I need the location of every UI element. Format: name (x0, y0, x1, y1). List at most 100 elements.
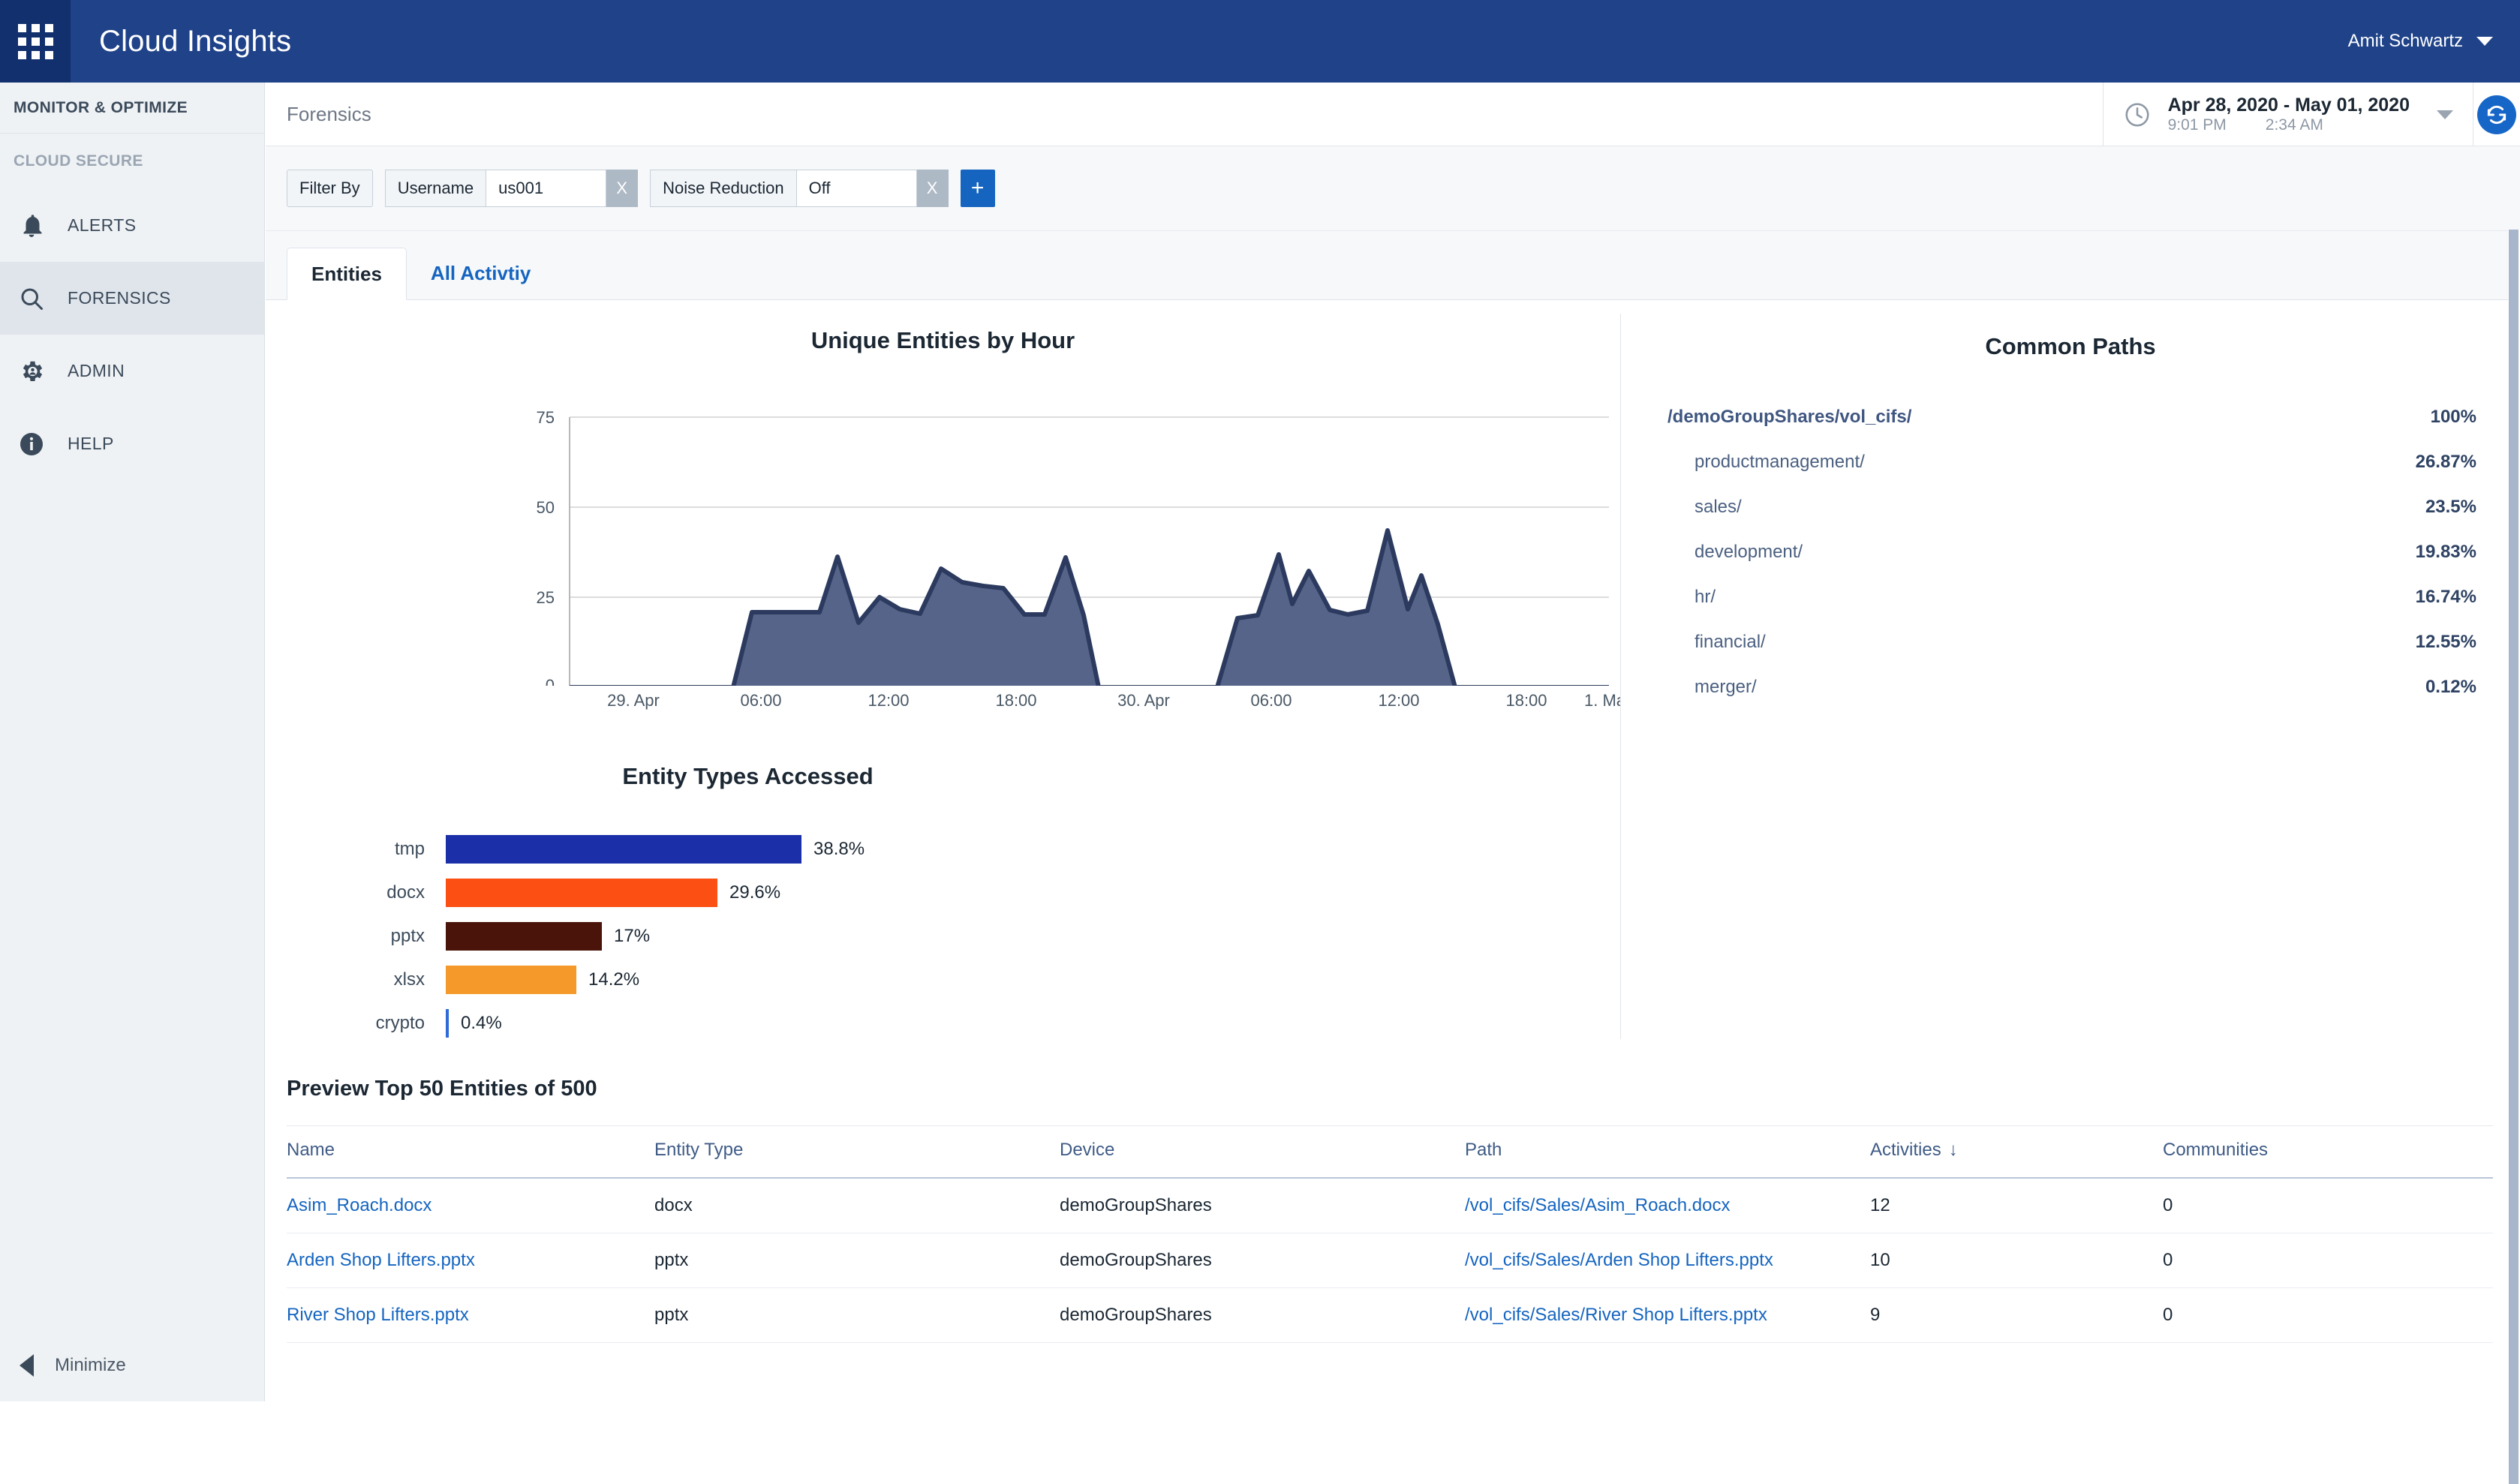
sidebar-item-label: HELP (68, 434, 114, 453)
dashboard-panels: Unique Entities by Hour 75 50 25 0 29. A… (266, 300, 2520, 1077)
common-path-name: hr/ (1695, 587, 1716, 607)
bar-category-label: xlsx (393, 969, 425, 990)
triangle-left-icon (20, 1354, 34, 1377)
sidebar-item-forensics[interactable]: FORENSICS (0, 262, 264, 335)
vertical-scrollbar[interactable] (2508, 230, 2520, 1484)
bar-value-label: 38.8% (813, 839, 865, 859)
minimize-label: Minimize (55, 1355, 126, 1375)
user-name: Amit Schwartz (2347, 31, 2463, 51)
svg-text:18:00: 18:00 (1505, 691, 1547, 710)
filter-by-button[interactable]: Filter By (287, 170, 373, 207)
bar-fill (446, 879, 717, 907)
cell-name[interactable]: Arden Shop Lifters.pptx (287, 1233, 654, 1288)
sidebar-item-alerts[interactable]: ALERTS (0, 189, 264, 262)
entity-types-accessed-chart[interactable]: tmp 38.8% docx 29.6% pptx 17% xlsx 14.2%… (266, 828, 1620, 1045)
common-path-row[interactable]: /demoGroupShares/vol_cifs/ 100% (1667, 395, 2476, 440)
bar-fill (446, 835, 801, 864)
common-path-percent: 19.83% (2415, 542, 2476, 562)
bar-row[interactable]: xlsx 14.2% (341, 958, 1620, 1002)
cell-entity-type: pptx (654, 1233, 1060, 1288)
cell-path[interactable]: /vol_cifs/Sales/River Shop Lifters.pptx (1465, 1287, 1870, 1343)
cell-device: demoGroupShares (1060, 1233, 1465, 1288)
refresh-button[interactable] (2473, 83, 2520, 146)
bar-category-label: pptx (390, 926, 425, 946)
cell-name[interactable]: River Shop Lifters.pptx (287, 1287, 654, 1343)
common-path-percent: 12.55% (2415, 632, 2476, 652)
svg-text:12:00: 12:00 (868, 691, 909, 710)
bar-category-label: tmp (394, 839, 425, 859)
sidebar-item-help[interactable]: HELP (0, 407, 264, 480)
filter-chip-noise-reduction[interactable]: Noise Reduction Off X (650, 170, 949, 207)
tab-all-activity[interactable]: All Activtiy (407, 247, 555, 299)
cell-path[interactable]: /vol_cifs/Sales/Asim_Roach.docx (1465, 1178, 1870, 1233)
bar-fill (446, 966, 576, 994)
column-header-entity-type[interactable]: Entity Type (654, 1125, 1060, 1179)
filter-chip-value[interactable]: us001 (486, 170, 607, 207)
common-path-row[interactable]: merger/ 0.12% (1667, 665, 2476, 710)
tab-entities[interactable]: Entities (287, 248, 407, 300)
sidebar-item-label: ADMIN (68, 361, 125, 380)
gear-user-icon (17, 356, 47, 386)
sidebar-item-admin[interactable]: ADMIN (0, 335, 264, 407)
common-path-row[interactable]: productmanagement/ 26.87% (1667, 440, 2476, 485)
close-icon[interactable]: X (916, 170, 949, 207)
common-path-name: /demoGroupShares/vol_cifs/ (1667, 407, 1912, 427)
cell-communities: 0 (2163, 1287, 2493, 1343)
svg-text:0: 0 (546, 676, 555, 686)
column-header-communities[interactable]: Communities (2163, 1125, 2493, 1179)
bar-row[interactable]: pptx 17% (341, 915, 1620, 958)
breadcrumb: Forensics (287, 102, 371, 125)
refresh-icon (2477, 95, 2516, 134)
entity-types-chart-title: Entity Types Accessed (622, 763, 874, 789)
minimize-sidebar-button[interactable]: Minimize (0, 1329, 264, 1401)
cell-path[interactable]: /vol_cifs/Sales/Arden Shop Lifters.pptx (1465, 1233, 1870, 1288)
sidebar-section-monitor-optimize[interactable]: MONITOR & OPTIMIZE (0, 83, 264, 134)
sidebar: MONITOR & OPTIMIZE CLOUD SECURE ALERTS F… (0, 83, 265, 1401)
common-path-name: sales/ (1695, 497, 1742, 517)
entities-table-section: Preview Top 50 Entities of 500 Name Enti… (266, 1077, 2520, 1343)
column-header-device[interactable]: Device (1060, 1125, 1465, 1179)
cell-communities: 0 (2163, 1233, 2493, 1288)
common-path-row[interactable]: development/ 19.83% (1667, 530, 2476, 575)
clock-icon (2123, 101, 2152, 129)
bar-row[interactable]: crypto 0.4% (341, 1002, 1620, 1045)
common-path-row[interactable]: hr/ 16.74% (1667, 575, 2476, 620)
common-path-percent: 26.87% (2415, 452, 2476, 472)
column-header-name[interactable]: Name (287, 1125, 654, 1179)
filter-chip-value[interactable]: Off (796, 170, 917, 207)
add-filter-button[interactable]: + (960, 170, 995, 207)
column-header-activities[interactable]: Activities ↓ (1870, 1125, 2163, 1179)
common-path-percent: 23.5% (2425, 497, 2476, 517)
vertical-scrollbar-thumb[interactable] (2509, 230, 2518, 1484)
date-range-start-time: 9:01 PM (2167, 116, 2227, 134)
cell-device: demoGroupShares (1060, 1287, 1465, 1343)
unique-entities-chart-title: Unique Entities by Hour (810, 327, 1075, 353)
cell-name[interactable]: Asim_Roach.docx (287, 1178, 654, 1233)
common-paths-title: Common Paths (1985, 333, 2156, 359)
apps-launcher-button[interactable] (0, 0, 71, 83)
common-paths-list: /demoGroupShares/vol_cifs/ 100% productm… (1621, 395, 2520, 710)
filter-chip-username[interactable]: Username us001 X (384, 170, 639, 207)
unique-entities-by-hour-chart[interactable]: 75 50 25 0 29. Apr 06:00 12:00 18:00 30.… (266, 371, 1620, 722)
date-range-picker[interactable]: Apr 28, 2020 - May 01, 2020 9:01 PM 2:34… (2102, 83, 2473, 146)
column-header-path[interactable]: Path (1465, 1125, 1870, 1179)
table-row[interactable]: Asim_Roach.docx docx demoGroupShares /vo… (287, 1178, 2493, 1233)
table-row[interactable]: River Shop Lifters.pptx pptx demoGroupSh… (287, 1287, 2493, 1343)
info-circle-icon (17, 429, 47, 459)
bar-row[interactable]: docx 29.6% (341, 871, 1620, 915)
cell-activities: 9 (1870, 1287, 2163, 1343)
common-path-row[interactable]: financial/ 12.55% (1667, 620, 2476, 665)
bar-category-label: crypto (375, 1013, 425, 1033)
cell-activities: 10 (1870, 1233, 2163, 1288)
close-icon[interactable]: X (606, 170, 639, 207)
chevron-down-icon (2476, 37, 2493, 46)
table-row[interactable]: Arden Shop Lifters.pptx pptx demoGroupSh… (287, 1233, 2493, 1288)
common-path-name: development/ (1695, 542, 1803, 562)
user-menu[interactable]: Amit Schwartz (2348, 31, 2493, 52)
common-path-row[interactable]: sales/ 23.5% (1667, 485, 2476, 530)
svg-text:29. Apr: 29. Apr (607, 691, 660, 710)
svg-text:50: 50 (537, 498, 555, 517)
bar-row[interactable]: tmp 38.8% (341, 828, 1620, 871)
cell-entity-type: pptx (654, 1287, 1060, 1343)
filter-by-label: Filter By (287, 170, 373, 207)
